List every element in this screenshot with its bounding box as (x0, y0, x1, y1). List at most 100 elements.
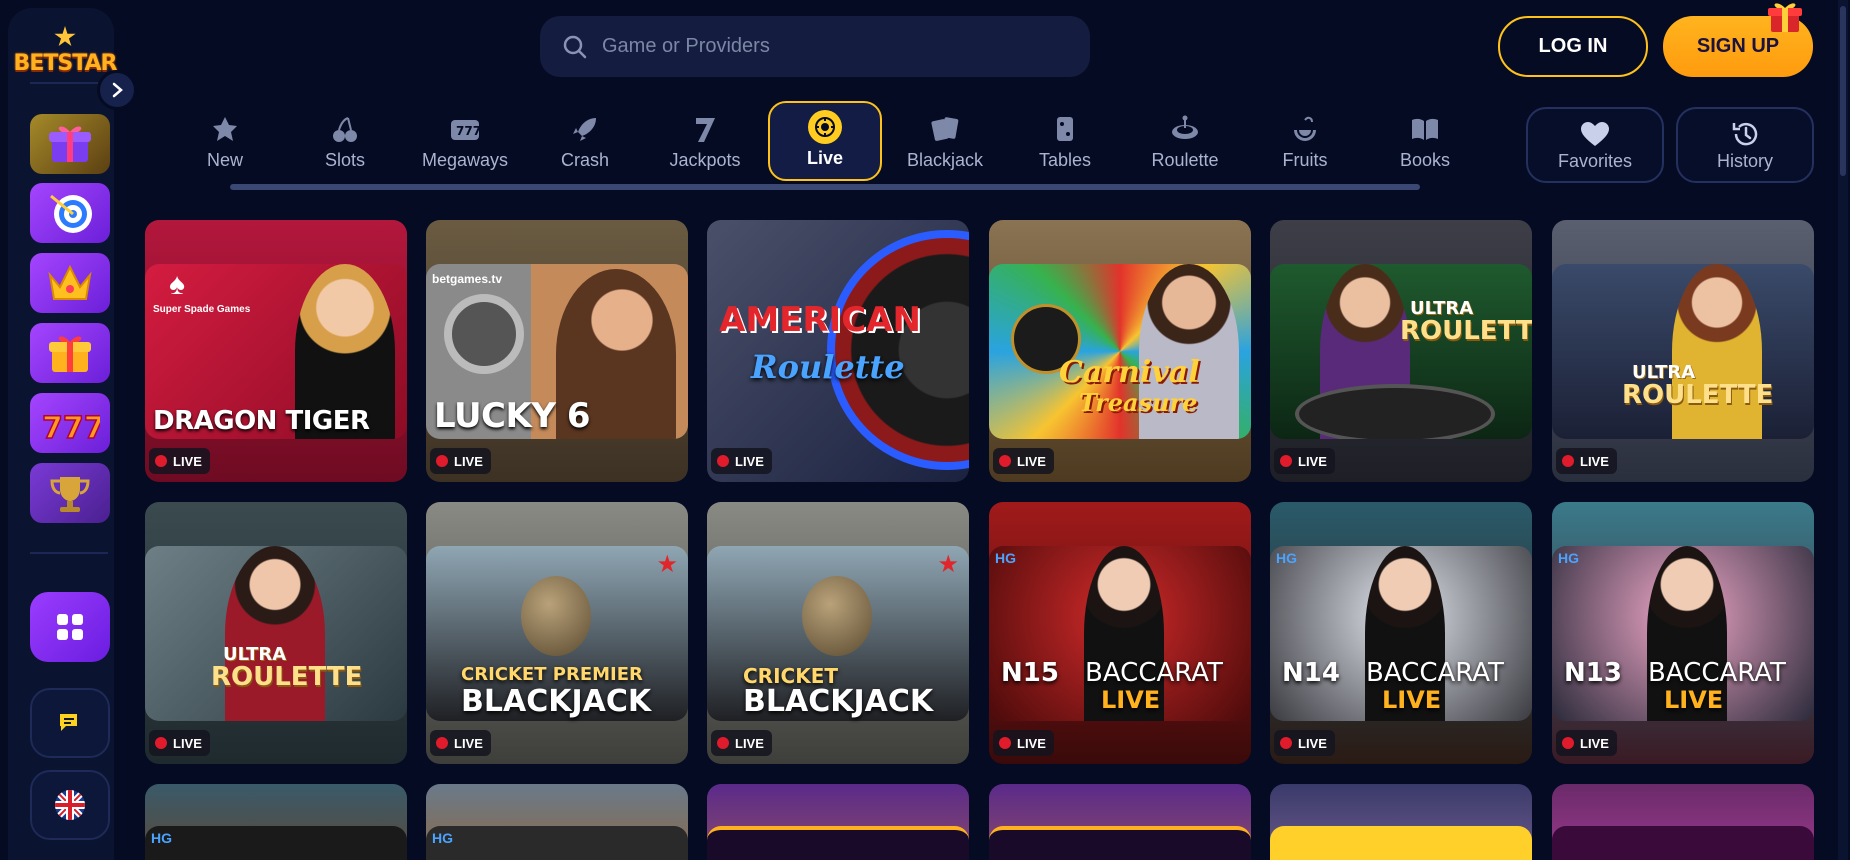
live-label: LIVE (173, 735, 202, 751)
game-card[interactable] (1270, 784, 1532, 860)
brand-logo[interactable]: BETSTAR (14, 26, 117, 76)
live-label: LIVE (173, 453, 202, 469)
live-badge: LIVE (149, 730, 210, 756)
live-dot-icon (1280, 737, 1292, 749)
live-label: LIVE (454, 735, 483, 751)
game-card[interactable]: ULTRA ROULETTE LIVE (1552, 220, 1814, 482)
live-dot-icon (999, 455, 1011, 467)
game-card[interactable]: ★ CRICKET BLACKJACK LIVE (707, 502, 969, 764)
tabs-scrollbar[interactable] (230, 184, 1420, 190)
game-live-text: LIVE (1664, 686, 1724, 714)
tab-label: Tables (1038, 150, 1092, 170)
tab-megaways[interactable]: 777 Megaways (408, 101, 522, 181)
game-card[interactable] (707, 784, 969, 860)
live-label: LIVE (1298, 735, 1327, 751)
game-card[interactable] (989, 784, 1251, 860)
cherries-icon (333, 117, 357, 142)
game-subtitle: ROULETTE (1400, 316, 1532, 346)
game-card[interactable]: HG N14 BACCARAT LIVE LIVE (1270, 502, 1532, 764)
tab-new[interactable]: New (168, 101, 282, 181)
game-card[interactable]: ULTRA ROULETTE LIVE (145, 502, 407, 764)
game-card[interactable]: HG N13 BACCARAT LIVE LIVE (1552, 502, 1814, 764)
new-star-icon (213, 117, 237, 141)
table-dice-icon (1057, 117, 1073, 141)
login-button[interactable]: LOG IN (1498, 16, 1648, 77)
vault-icon (444, 294, 524, 374)
favorites-label: Favorites (1557, 150, 1633, 171)
game-title: CRICKET PREMIER (461, 664, 643, 685)
game-live-text: LIVE (1382, 686, 1442, 714)
hg-logo-icon: HG (432, 830, 453, 846)
tab-crash[interactable]: Crash (528, 101, 642, 181)
game-subtitle: BACCARAT (1648, 658, 1786, 688)
tab-live[interactable]: Live (768, 101, 882, 181)
book-icon (1412, 118, 1438, 140)
promo-gift-box-button[interactable] (30, 114, 110, 174)
apps-grid-button[interactable] (30, 592, 110, 662)
game-card[interactable]: ULTRA ROULETTE LIVE (1270, 220, 1532, 482)
search-bar[interactable] (540, 16, 1090, 77)
live-dot-icon (155, 455, 167, 467)
cricket-ball-icon (521, 576, 591, 656)
promo-gift-button[interactable] (30, 323, 110, 383)
live-label: LIVE (1580, 735, 1609, 751)
game-card[interactable]: HG N15 BACCARAT LIVE LIVE (989, 502, 1251, 764)
live-badge: LIVE (1274, 730, 1335, 756)
game-card[interactable] (1552, 784, 1814, 860)
game-subtitle: BLACKJACK (461, 684, 652, 719)
game-subtitle: BLACKJACK (743, 684, 934, 719)
language-button[interactable] (30, 770, 110, 840)
page-scrollbar[interactable] (1838, 0, 1848, 860)
star-badge-icon: ★ (656, 551, 678, 578)
chat-button[interactable] (30, 688, 110, 758)
tab-slots[interactable]: Slots (288, 101, 402, 181)
promo-trophy-button[interactable] (30, 463, 110, 523)
game-subtitle: Treasure (1079, 388, 1198, 417)
chevron-right-icon (112, 82, 123, 98)
live-badge: LIVE (1556, 448, 1617, 474)
live-label: LIVE (735, 453, 764, 469)
game-card[interactable]: Super Spade Games ♠ DRAGON TIGER LIVE (145, 220, 407, 482)
promo-777-button[interactable]: 777 (30, 393, 110, 453)
live-dot-icon (436, 455, 448, 467)
crown-icon (48, 264, 92, 300)
favorites-button[interactable]: Favorites (1526, 107, 1664, 183)
tab-books[interactable]: Books (1368, 101, 1482, 181)
game-card[interactable]: betgames.tv LUCKY 6 LIVE (426, 220, 688, 482)
history-button[interactable]: History (1676, 107, 1814, 183)
game-card[interactable]: Carnival Treasure LIVE (989, 220, 1251, 482)
sidebar-divider (30, 552, 108, 554)
uk-flag-icon (55, 790, 85, 820)
live-dot-icon (999, 737, 1011, 749)
live-badge: LIVE (711, 448, 772, 474)
promo-target-button[interactable] (30, 183, 110, 243)
sidebar-expand-button[interactable] (97, 70, 137, 110)
rocket-icon (573, 118, 596, 141)
live-badge: LIVE (1556, 730, 1617, 756)
game-card[interactable]: AMERICAN Roulette LIVE (707, 220, 969, 482)
history-label: History (1716, 150, 1773, 171)
tab-blackjack[interactable]: Blackjack (888, 101, 1002, 181)
live-badge: LIVE (430, 448, 491, 474)
logo-star-icon (54, 26, 76, 47)
tab-jackpots[interactable]: Jackpots (648, 101, 762, 181)
heart-icon (1581, 121, 1609, 146)
promo-crown-button[interactable] (30, 253, 110, 313)
roulette-icon (1172, 115, 1198, 139)
provider-logo: betgames.tv (432, 272, 503, 286)
live-badge: LIVE (993, 730, 1054, 756)
game-card[interactable]: HG (145, 784, 407, 860)
signup-gift-icon (1768, 3, 1802, 32)
game-card[interactable]: ★ CRICKET PREMIER BLACKJACK LIVE (426, 502, 688, 764)
scrollbar-thumb[interactable] (1840, 6, 1846, 176)
spade-icon: ♠ (169, 268, 185, 301)
game-subtitle: ROULETTE (211, 662, 363, 692)
hg-logo-icon: HG (995, 550, 1016, 566)
search-input[interactable] (602, 35, 1072, 58)
tab-tables[interactable]: Tables (1008, 101, 1122, 181)
tab-fruits[interactable]: Fruits (1248, 101, 1362, 181)
game-title: DRAGON TIGER (153, 406, 370, 436)
tab-roulette[interactable]: Roulette (1128, 101, 1242, 181)
game-title: Carnival (1059, 355, 1200, 390)
game-card[interactable]: HG (426, 784, 688, 860)
